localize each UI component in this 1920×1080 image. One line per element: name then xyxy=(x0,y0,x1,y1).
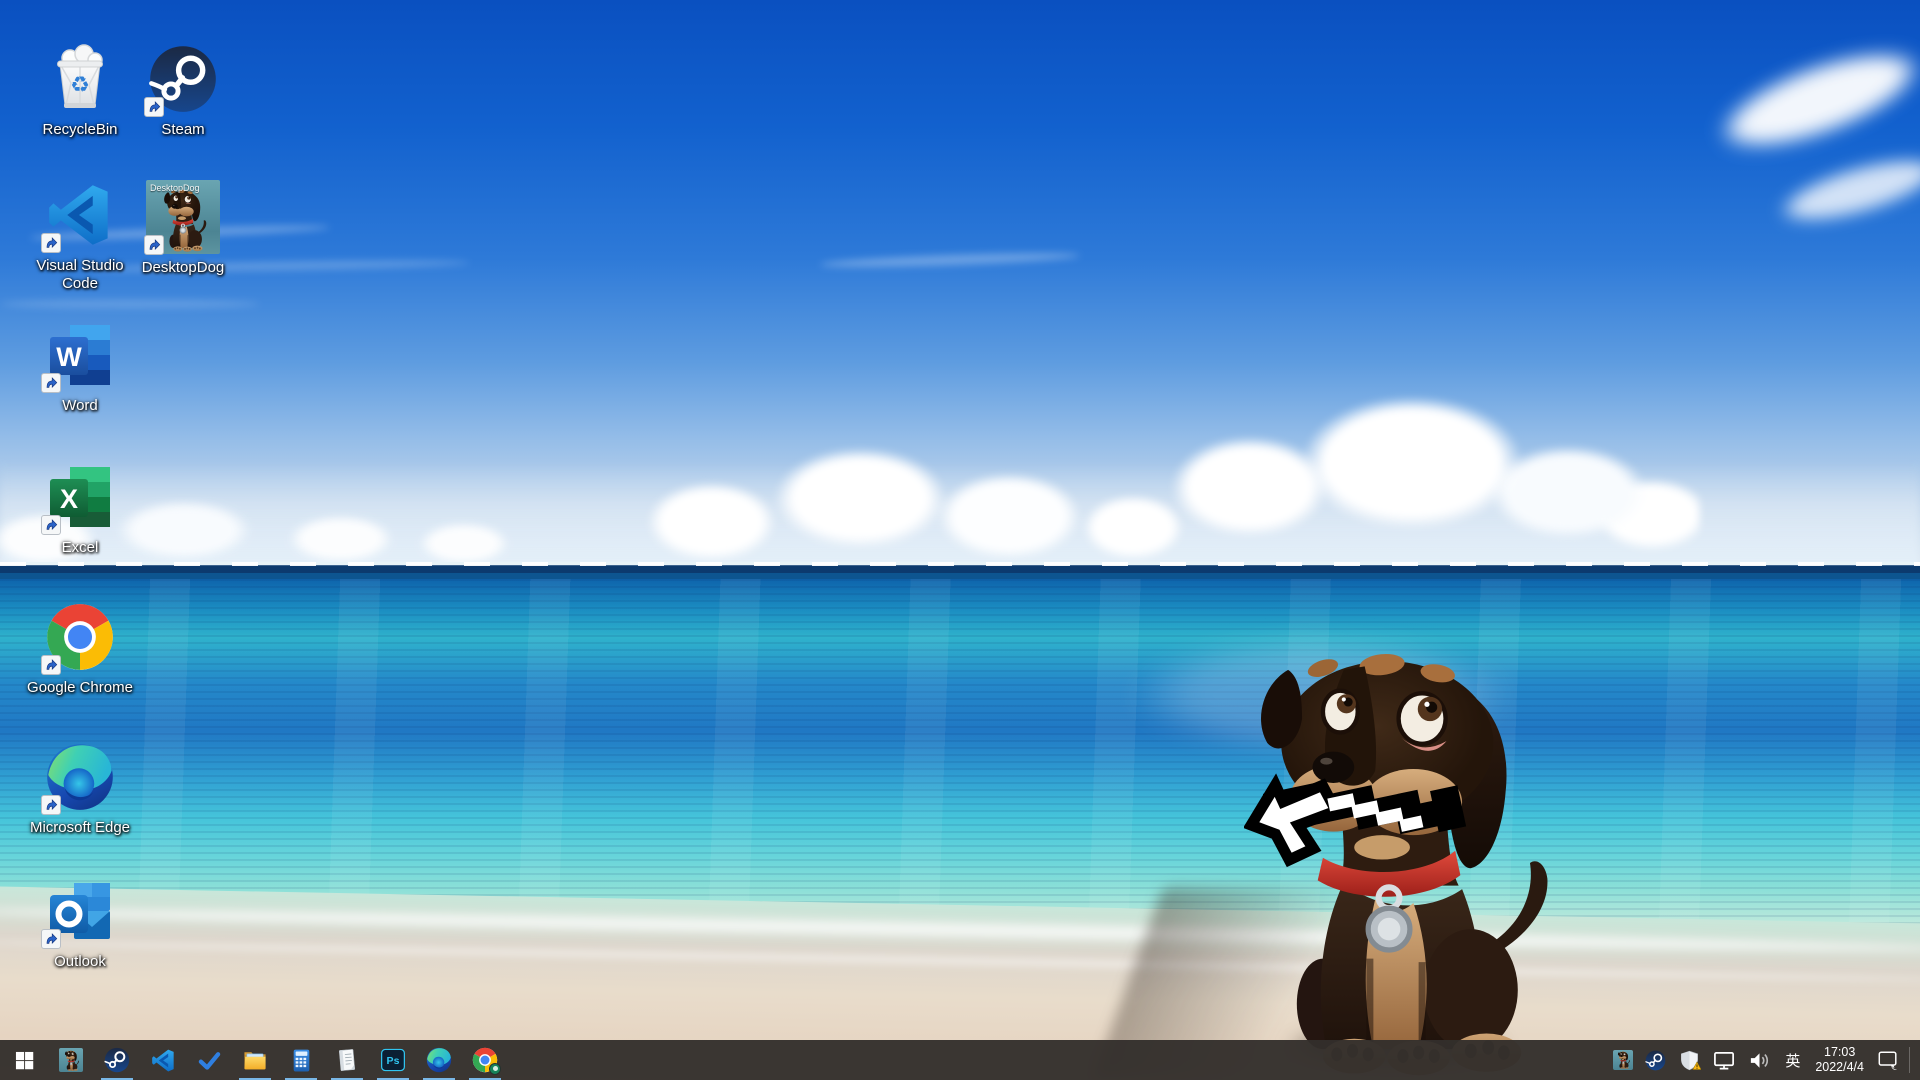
wallpaper-ocean xyxy=(0,579,1920,925)
todo-checkmark-icon xyxy=(197,1048,222,1073)
desktop-icon-vscode[interactable]: Visual Studio Code xyxy=(20,176,140,294)
shortcut-arrow-icon xyxy=(144,97,164,117)
desktop-icon-desktopdog[interactable]: DesktopDog DesktopDog xyxy=(123,178,243,277)
photoshop-icon: Ps xyxy=(380,1047,406,1073)
file-explorer-icon xyxy=(242,1047,268,1073)
shortcut-arrow-icon xyxy=(41,515,61,535)
windows-logo-icon xyxy=(15,1051,34,1070)
tray-steam-icon[interactable] xyxy=(1639,1040,1672,1080)
clock-date: 2022/4/4 xyxy=(1815,1060,1864,1075)
desktop[interactable]: ♻ RecycleBin Visual Studio Code W Word X… xyxy=(0,0,1920,1080)
tray-network-icon[interactable] xyxy=(1707,1040,1742,1080)
shortcut-arrow-icon xyxy=(41,233,61,253)
icon-label: Outlook xyxy=(54,953,106,971)
ime-language-indicator[interactable]: 英 xyxy=(1777,1050,1808,1071)
svg-text:Ps: Ps xyxy=(387,1055,400,1067)
taskbar-item-desktopdog[interactable] xyxy=(48,1040,94,1080)
tray-desktopdog-icon[interactable] xyxy=(1607,1040,1639,1080)
taskbar-left: Ps xyxy=(0,1040,508,1080)
icon-label: Visual Studio Code xyxy=(21,257,139,294)
action-center-button[interactable] xyxy=(1871,1040,1905,1080)
steam-icon xyxy=(104,1047,130,1073)
pixel-cursor-in-mouth xyxy=(1244,743,1488,891)
word-letter: W xyxy=(56,342,82,372)
notepad-icon xyxy=(334,1047,360,1073)
taskbar-item-steam[interactable] xyxy=(94,1040,140,1080)
icon-label: DesktopDog xyxy=(142,259,225,277)
taskbar-tray: 英 17:03 2022/4/4 xyxy=(1607,1040,1920,1080)
ocean-horizon xyxy=(0,562,1920,579)
icon-label: Steam xyxy=(161,121,204,139)
taskbar-item-vscode[interactable] xyxy=(140,1040,186,1080)
taskbar-separator xyxy=(1909,1047,1910,1073)
desktop-icon-recyclebin[interactable]: ♻ RecycleBin xyxy=(20,40,140,139)
desktop-icon-word[interactable]: W Word xyxy=(20,316,140,415)
excel-letter: X xyxy=(60,484,78,514)
taskbar-item-todo[interactable] xyxy=(186,1040,232,1080)
taskbar: Ps xyxy=(0,1040,1920,1080)
shortcut-arrow-icon xyxy=(144,235,164,255)
desktop-icon-chrome[interactable]: Google Chrome xyxy=(20,598,140,697)
taskbar-clock[interactable]: 17:03 2022/4/4 xyxy=(1808,1045,1871,1075)
desktop-icon-edge[interactable]: Microsoft Edge xyxy=(20,738,140,837)
desktop-icon-steam[interactable]: Steam xyxy=(123,40,243,139)
desktop-icon-outlook[interactable]: Outlook xyxy=(20,872,140,971)
desktop-icon-excel[interactable]: X Excel xyxy=(20,458,140,557)
shortcut-arrow-icon xyxy=(41,373,61,393)
shortcut-arrow-icon xyxy=(41,929,61,949)
desktopdog-taskbar-icon xyxy=(59,1048,83,1072)
icon-label: Word xyxy=(62,397,98,415)
taskbar-item-photoshop[interactable]: Ps xyxy=(370,1040,416,1080)
taskbar-item-notepad[interactable] xyxy=(324,1040,370,1080)
shortcut-arrow-icon xyxy=(41,795,61,815)
clock-time: 17:03 xyxy=(1815,1045,1864,1060)
icon-label: Excel xyxy=(62,539,99,557)
calculator-icon xyxy=(289,1048,314,1073)
tray-defender-warning-icon[interactable] xyxy=(1672,1040,1707,1080)
edge-icon xyxy=(426,1047,452,1073)
icon-label: RecycleBin xyxy=(42,121,117,139)
cloud-cluster-right xyxy=(1100,385,1700,570)
cirrus-wisp xyxy=(0,300,260,308)
taskbar-item-file-explorer[interactable] xyxy=(232,1040,278,1080)
start-button[interactable] xyxy=(0,1040,48,1080)
desktopdog-tray-icon xyxy=(1613,1050,1633,1070)
icon-label: Microsoft Edge xyxy=(30,819,130,837)
desktopdog-thumb-text: DesktopDog xyxy=(150,183,200,193)
vscode-icon xyxy=(151,1048,176,1073)
recycle-glyph: ♻ xyxy=(70,72,90,97)
taskbar-item-edge[interactable] xyxy=(416,1040,462,1080)
recycle-bin-icon: ♻ xyxy=(44,43,116,115)
taskbar-item-chrome[interactable] xyxy=(462,1040,508,1080)
show-desktop-button[interactable] xyxy=(1912,1040,1920,1080)
icon-label: Google Chrome xyxy=(27,679,133,697)
tray-volume-icon[interactable] xyxy=(1742,1040,1777,1080)
taskbar-item-calculator[interactable] xyxy=(278,1040,324,1080)
chrome-profile-badge xyxy=(489,1063,501,1075)
notification-bubble-icon xyxy=(1877,1049,1899,1071)
shortcut-arrow-icon xyxy=(41,655,61,675)
desktopdog-thumb-dog xyxy=(158,188,210,252)
